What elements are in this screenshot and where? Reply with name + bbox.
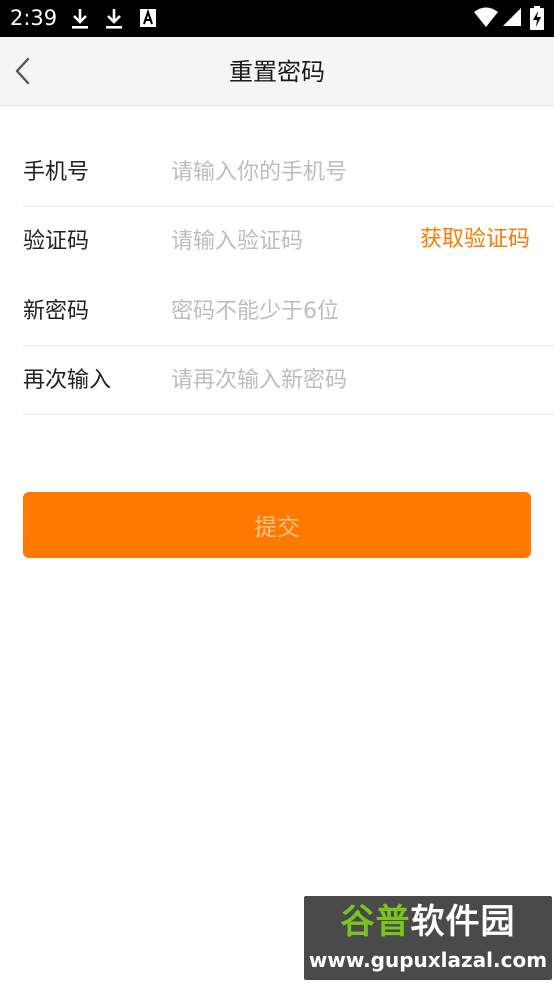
download-icon: [70, 8, 90, 34]
confirm-password-label: 再次输入: [23, 368, 112, 393]
download-icon: [104, 8, 124, 34]
code-row: 验证码 获取验证码: [23, 207, 554, 276]
watermark-name: 谷普软件园: [304, 902, 552, 942]
page-title: 重置密码: [229, 58, 325, 86]
watermark-url: www.gupuxlazal.com: [308, 948, 548, 972]
code-input[interactable]: [171, 225, 401, 257]
new-password-label: 新密码: [23, 299, 90, 324]
code-label: 验证码: [23, 229, 90, 254]
a-letter-icon: [139, 8, 157, 32]
nav-bar: 重置密码: [0, 37, 554, 106]
phone-row: 手机号: [23, 138, 554, 207]
signal-icon: [502, 7, 522, 31]
phone-input[interactable]: [171, 156, 531, 188]
confirm-password-row: 再次输入: [23, 346, 554, 415]
confirm-password-input[interactable]: [171, 364, 531, 396]
phone-label: 手机号: [23, 160, 90, 185]
submit-button[interactable]: 提交: [23, 492, 531, 558]
battery-icon: [530, 6, 544, 34]
watermark-name-green: 谷普: [340, 902, 411, 942]
status-time: 2:39: [10, 6, 58, 30]
get-code-button[interactable]: 获取验证码: [420, 225, 530, 253]
watermark-name-white: 软件园: [410, 902, 516, 942]
status-bar: 2:39: [0, 0, 554, 37]
new-password-row: 新密码: [23, 277, 554, 346]
watermark-logo: 谷普软件园 www.gupuxlazal.com: [304, 896, 552, 980]
new-password-input[interactable]: [171, 295, 531, 327]
wifi-icon: [474, 7, 498, 31]
